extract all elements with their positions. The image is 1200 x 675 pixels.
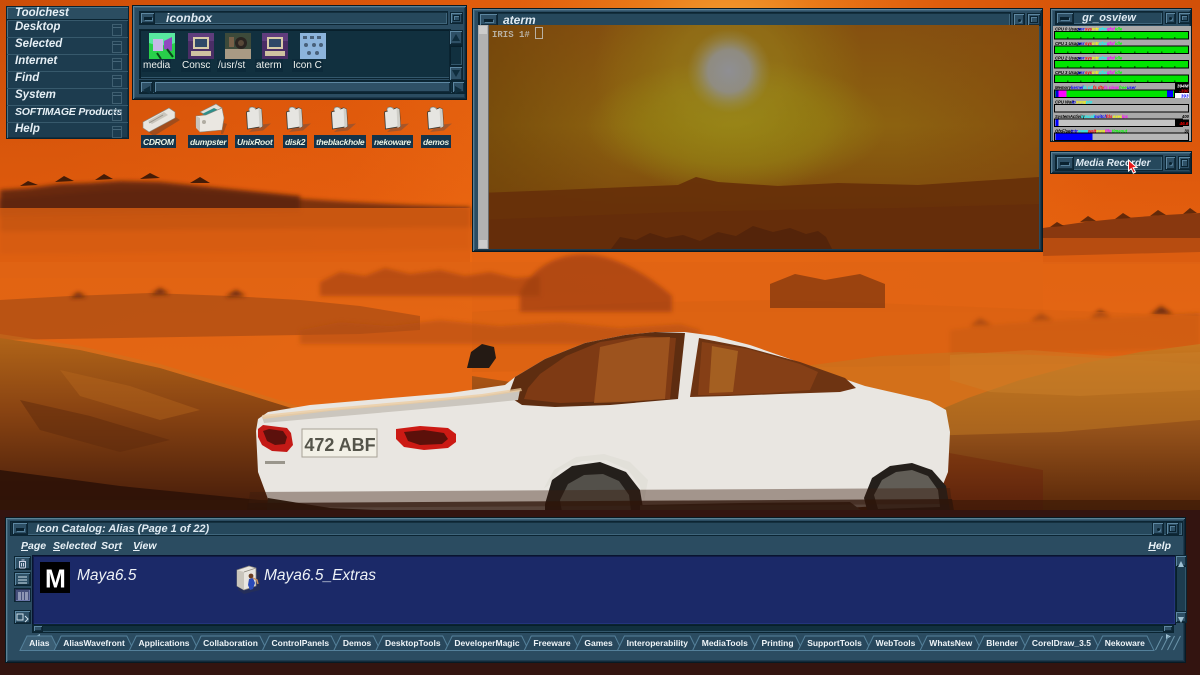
svg-text:Blender: Blender xyxy=(986,638,1018,648)
svg-text:Interoperability: Interoperability xyxy=(627,638,689,648)
svg-text:gfxf: gfxf xyxy=(1106,56,1115,61)
svg-text:idle: idle xyxy=(1115,41,1123,46)
svg-text:Games: Games xyxy=(584,638,613,648)
svg-text:393: 393 xyxy=(1181,94,1189,99)
svg-text:usr: usr xyxy=(1078,56,1085,61)
svg-text:idle: idle xyxy=(1115,70,1123,75)
svg-text:idle: idle xyxy=(1115,27,1123,32)
svg-text:usr: usr xyxy=(1078,70,1085,75)
svg-text:gfxf: gfxf xyxy=(1106,70,1115,75)
svg-text:CorelDraw_3.5: CorelDraw_3.5 xyxy=(1032,638,1091,648)
svg-text:Printing: Printing xyxy=(761,638,793,648)
svg-text:AliasWavefront: AliasWavefront xyxy=(63,638,125,648)
svg-text:WebTools: WebTools xyxy=(876,638,916,648)
svg-text:46.6: 46.6 xyxy=(1179,121,1189,126)
svg-text:gfxf: gfxf xyxy=(1106,41,1115,46)
svg-text:DesktopTools: DesktopTools xyxy=(385,638,441,648)
svg-text:MediaTools: MediaTools xyxy=(702,638,748,648)
svg-text:Demos: Demos xyxy=(343,638,372,648)
svg-text:WhatsNew: WhatsNew xyxy=(929,638,972,648)
svg-text:user: user xyxy=(1127,85,1136,90)
svg-text:gfxf: gfxf xyxy=(1106,27,1115,32)
svg-text:SupportTools: SupportTools xyxy=(807,638,862,648)
svg-text:pio: pio xyxy=(1085,100,1093,105)
svg-text:Applications: Applications xyxy=(138,638,189,648)
svg-text:fds: fds xyxy=(1106,114,1113,119)
svg-text:400: 400 xyxy=(1181,114,1190,119)
svg-text:ControlPanels: ControlPanels xyxy=(271,638,329,648)
svg-text:lpc: lpc xyxy=(1122,114,1129,119)
svg-text:Alias: Alias xyxy=(29,638,50,648)
svg-text:idle: idle xyxy=(1115,56,1123,61)
svg-text:Memory: Memory xyxy=(1055,85,1072,90)
svg-text:Nekoware: Nekoware xyxy=(1105,638,1145,648)
svg-text:DeveloperMagic: DeveloperMagic xyxy=(454,638,519,648)
svg-text:Collaboration: Collaboration xyxy=(203,638,258,648)
svg-text:Freeware: Freeware xyxy=(533,638,571,648)
svg-text:472 ABF: 472 ABF xyxy=(304,435,375,455)
svg-text:usr: usr xyxy=(1078,41,1085,46)
svg-text:fs clean: fs clean xyxy=(1104,85,1120,90)
svg-text:usr: usr xyxy=(1078,27,1085,32)
